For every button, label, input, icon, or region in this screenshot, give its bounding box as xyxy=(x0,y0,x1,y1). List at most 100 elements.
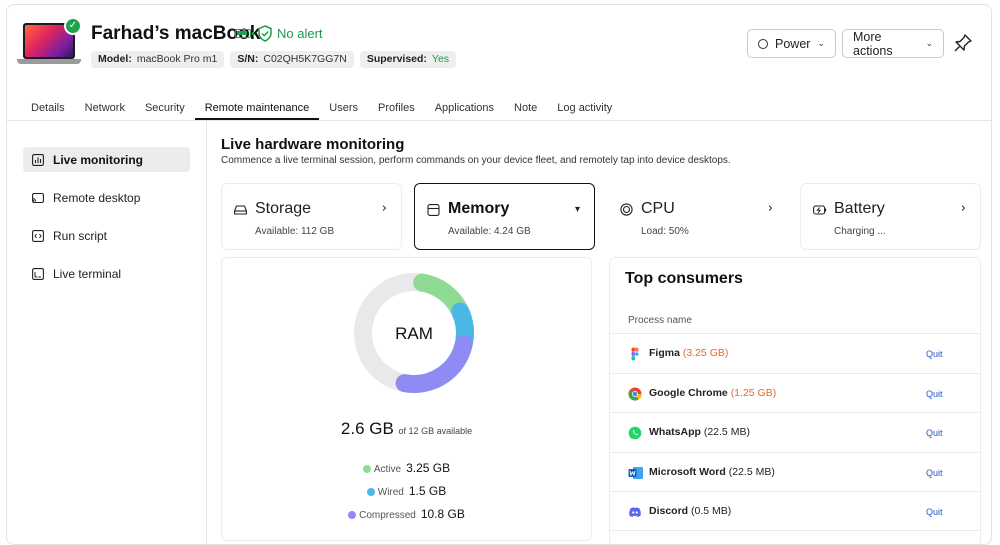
tab-log-activity[interactable]: Log activity xyxy=(547,98,622,120)
chevron-right-icon: › xyxy=(767,201,773,216)
chevron-right-icon: › xyxy=(960,201,966,216)
memory-card[interactable]: Memory Available: 4.24 GB ▾ xyxy=(414,183,595,250)
card-title: Battery xyxy=(834,200,885,217)
process-name: Discord (0.5 MB) xyxy=(649,505,731,517)
sidebar: Live monitoring Remote desktop Run scrip… xyxy=(7,121,207,544)
table-row-divider xyxy=(610,530,980,544)
shield-check-icon xyxy=(258,25,272,42)
sidebar-item-live-monitoring[interactable]: Live monitoring xyxy=(23,147,190,172)
quit-button[interactable]: Quit xyxy=(926,468,943,478)
ram-panel: RAM 2.6 GB of 12 GB available Active 3.25… xyxy=(221,257,592,541)
chip-label: Model: xyxy=(98,53,132,65)
code-icon xyxy=(32,229,44,242)
column-header-process-name: Process name xyxy=(628,315,692,326)
app-usage: (3.25 GB) xyxy=(682,347,729,359)
chip-label: S/N: xyxy=(237,53,259,65)
chip-value: macBook Pro m1 xyxy=(136,53,218,65)
table-row: Microsoft Word (22.5 MB) Quit xyxy=(610,452,980,491)
legend-compressed: Compressed 10.8 GB xyxy=(222,507,591,521)
pin-icon[interactable] xyxy=(953,33,973,53)
card-subtitle: Available: 4.24 GB xyxy=(448,226,531,237)
chevron-right-icon: › xyxy=(381,201,387,216)
chip-value: C02QH5K7GG7N xyxy=(263,53,347,65)
table-row: Google Chrome (1.25 GB) Quit xyxy=(610,373,980,412)
chevron-down-icon: ▾ xyxy=(574,204,580,215)
app-name: Figma xyxy=(649,347,680,359)
tab-note[interactable]: Note xyxy=(504,98,547,120)
serial-chip: S/N: C02QH5K7GG7N xyxy=(230,51,354,68)
alert-status: No alert xyxy=(277,26,323,41)
card-title: CPU xyxy=(641,200,675,217)
more-actions-button[interactable]: More actions ⌄ xyxy=(842,29,944,58)
quit-button[interactable]: Quit xyxy=(926,349,943,359)
app-usage: (22.5 MB) xyxy=(703,426,750,438)
quit-button[interactable]: Quit xyxy=(926,507,943,517)
tab-applications[interactable]: Applications xyxy=(425,98,504,120)
chart-icon xyxy=(32,153,44,166)
sidebar-item-live-terminal[interactable]: Live terminal xyxy=(23,261,190,286)
process-name: WhatsApp (22.5 MB) xyxy=(649,426,750,438)
power-icon xyxy=(758,38,768,49)
table-row: Figma (3.25 GB) Quit xyxy=(610,333,980,372)
chrome-icon xyxy=(628,387,642,401)
legend-value: 3.25 GB xyxy=(406,461,451,475)
terminal-icon xyxy=(32,267,44,280)
app-name: Google Chrome xyxy=(649,387,728,399)
chevron-down-icon: ⌄ xyxy=(817,38,825,49)
app-name: Microsoft Word xyxy=(649,466,726,478)
sidebar-item-run-script[interactable]: Run script xyxy=(23,223,190,248)
model-chip: Model: macBook Pro m1 xyxy=(91,51,225,68)
app-name: Discord xyxy=(649,505,689,517)
ram-used-total: 2.6 GB of 12 GB available xyxy=(222,419,591,439)
device-header: ✓ Farhad’s macBook No alert Model: macBo… xyxy=(7,5,991,120)
card-subtitle: Available: 112 GB xyxy=(255,226,335,237)
top-consumers-title: Top consumers xyxy=(625,270,743,287)
cpu-card[interactable]: CPU Load: 50% › xyxy=(607,183,788,250)
legend-dot xyxy=(362,465,371,473)
page-title: Live hardware monitoring xyxy=(221,136,405,153)
device-info-chips: Model: macBook Pro m1 S/N: C02QH5K7GG7N … xyxy=(91,51,457,68)
word-icon xyxy=(628,467,643,479)
quit-button[interactable]: Quit xyxy=(926,428,943,438)
tab-profiles[interactable]: Profiles xyxy=(368,98,425,120)
quit-button[interactable]: Quit xyxy=(926,389,943,399)
sidebar-item-label: Live terminal xyxy=(53,266,122,281)
app-usage: (22.5 MB) xyxy=(728,466,775,478)
more-actions-label: More actions xyxy=(853,29,893,58)
device-window: ✓ Farhad’s macBook No alert Model: macBo… xyxy=(6,4,992,545)
chip-value: Yes xyxy=(431,53,450,65)
card-title: Memory xyxy=(448,200,510,217)
power-button[interactable]: Power ⌄ xyxy=(747,29,836,58)
tab-details[interactable]: Details xyxy=(21,98,75,120)
ram-used-value: 2.6 GB xyxy=(340,419,394,438)
tab-network[interactable]: Network xyxy=(75,98,135,120)
sidebar-item-remote-desktop[interactable]: Remote desktop xyxy=(23,185,190,210)
process-name: Figma (3.25 GB) xyxy=(649,347,728,359)
drive-icon xyxy=(234,205,247,215)
legend-label: Active xyxy=(373,464,402,475)
cast-icon xyxy=(32,192,44,203)
discord-icon xyxy=(629,507,641,517)
tab-security[interactable]: Security xyxy=(135,98,195,120)
tab-remote-maintenance[interactable]: Remote maintenance xyxy=(194,98,320,120)
legend-wired: Wired 1.5 GB xyxy=(222,484,591,498)
battery-card[interactable]: Battery Charging ... › xyxy=(800,183,981,250)
cpu-icon xyxy=(620,203,633,216)
ram-donut-chart: RAM xyxy=(354,273,474,393)
ram-of-text: of 12 GB available xyxy=(398,426,473,436)
app-usage: (0.5 MB) xyxy=(691,505,732,517)
storage-card[interactable]: Storage Available: 112 GB › xyxy=(221,183,402,250)
top-consumers-panel: Top consumers Process name Figma (3.25 G… xyxy=(609,257,981,544)
battery-charging-icon xyxy=(235,29,254,38)
legend-dot xyxy=(348,511,357,519)
sidebar-item-label: Run script xyxy=(53,228,108,243)
whatsapp-icon xyxy=(628,426,642,440)
checkmark-icon: ✓ xyxy=(64,17,82,35)
figma-icon xyxy=(631,347,639,361)
donut-segment-compressed xyxy=(395,335,473,393)
legend-active: Active 3.25 GB xyxy=(222,461,591,475)
tab-users[interactable]: Users xyxy=(319,98,368,120)
legend-label: Wired xyxy=(377,487,404,498)
app-name: WhatsApp xyxy=(649,426,701,438)
legend-value: 10.8 GB xyxy=(420,507,465,521)
